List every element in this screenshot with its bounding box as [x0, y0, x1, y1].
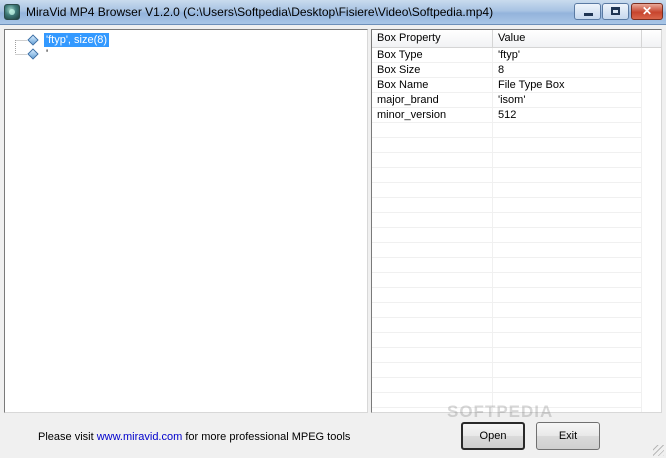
property-value: File Type Box [493, 78, 642, 92]
property-list[interactable]: Box Property Value Box Type'ftyp' Box Si… [371, 29, 662, 413]
empty-cell [372, 288, 493, 302]
empty-cell [372, 198, 493, 212]
empty-row [372, 303, 642, 318]
empty-row [372, 258, 642, 273]
empty-cell [493, 138, 642, 152]
empty-cell [493, 213, 642, 227]
empty-cell [493, 123, 642, 137]
empty-row [372, 153, 642, 168]
empty-cell [372, 363, 493, 377]
property-name: major_brand [372, 93, 493, 107]
empty-row [372, 288, 642, 303]
minimize-button[interactable] [574, 3, 601, 20]
close-button[interactable]: ✕ [631, 3, 663, 20]
property-name: Box Type [372, 48, 493, 62]
box-tree[interactable]: 'ftyp', size(8) ' [4, 29, 368, 413]
empty-cell [493, 273, 642, 287]
empty-row [372, 228, 642, 243]
empty-cell [493, 243, 642, 257]
empty-cell [493, 258, 642, 272]
empty-cell [372, 348, 493, 362]
empty-cell [493, 333, 642, 347]
empty-cell [372, 183, 493, 197]
property-row[interactable]: minor_version 512 [372, 108, 642, 123]
property-value: 8 [493, 63, 642, 77]
property-row[interactable]: Box Size 8 [372, 63, 642, 78]
empty-cell [372, 153, 493, 167]
empty-cell [372, 168, 493, 182]
open-button[interactable]: Open [461, 422, 525, 450]
footer-prefix: Please visit [38, 431, 97, 443]
window-title: MiraVid MP4 Browser V1.2.0 (C:\Users\Sof… [26, 5, 494, 19]
empty-cell [493, 168, 642, 182]
empty-row [372, 378, 642, 393]
empty-cell [493, 378, 642, 392]
empty-cell [493, 318, 642, 332]
property-name: Box Size [372, 63, 493, 77]
footer-suffix: for more professional MPEG tools [182, 431, 351, 443]
empty-row [372, 213, 642, 228]
property-row[interactable]: Box Type'ftyp' [372, 48, 642, 63]
empty-cell [372, 258, 493, 272]
property-value: 'ftyp' [493, 48, 642, 62]
empty-cell [493, 228, 642, 242]
empty-row [372, 168, 642, 183]
footer-message: Please visit www.miravid.com for more pr… [38, 431, 350, 443]
empty-row [372, 198, 642, 213]
empty-row [372, 183, 642, 198]
property-list-header: Box Property Value [372, 30, 661, 48]
empty-cell [493, 198, 642, 212]
empty-row [372, 243, 642, 258]
empty-cell [493, 183, 642, 197]
empty-cell [372, 213, 493, 227]
close-icon: ✕ [641, 4, 653, 18]
empty-cell [493, 288, 642, 302]
empty-cell [372, 138, 493, 152]
website-link[interactable]: www.miravid.com [97, 431, 183, 443]
property-rows: Box Type'ftyp' Box Size 8 Box Name File Ty… [372, 48, 642, 412]
empty-cell [372, 123, 493, 137]
empty-row [372, 273, 642, 288]
maximize-icon [611, 7, 620, 15]
tree-connector-lines [15, 40, 27, 55]
property-name: minor_version [372, 108, 493, 122]
empty-row [372, 123, 642, 138]
maximize-button[interactable] [602, 3, 629, 20]
empty-cell [372, 333, 493, 347]
watermark-logo: SOFTPEDIA [447, 402, 554, 421]
empty-cell [493, 348, 642, 362]
property-value: 512 [493, 108, 642, 122]
tree-node-label[interactable]: 'ftyp', size(8) [44, 33, 110, 47]
empty-cell [493, 363, 642, 377]
property-row[interactable]: major_brand'isom' [372, 93, 642, 108]
column-header-box-property[interactable]: Box Property [372, 30, 493, 47]
property-value: 'isom' [493, 93, 642, 107]
empty-cell [372, 318, 493, 332]
empty-cell [372, 378, 493, 392]
minimize-icon [584, 13, 593, 16]
title-bar[interactable]: MiraVid MP4 Browser V1.2.0 (C:\Users\Sof… [0, 0, 666, 25]
empty-cell [372, 303, 493, 317]
empty-cell [493, 303, 642, 317]
column-header-value[interactable]: Value [493, 30, 642, 47]
empty-cell [372, 243, 493, 257]
tree-node-label[interactable]: ' [44, 47, 50, 61]
empty-row [372, 363, 642, 378]
empty-cell [372, 228, 493, 242]
empty-row [372, 333, 642, 348]
app-icon[interactable] [4, 4, 20, 20]
exit-button[interactable]: Exit [536, 422, 600, 450]
resize-grip[interactable] [653, 445, 664, 456]
empty-cell [372, 273, 493, 287]
property-name: Box Name [372, 78, 493, 92]
property-row[interactable]: Box Name File Type Box [372, 78, 642, 93]
empty-row [372, 138, 642, 153]
empty-row [372, 318, 642, 333]
empty-row [372, 348, 642, 363]
empty-cell [493, 153, 642, 167]
